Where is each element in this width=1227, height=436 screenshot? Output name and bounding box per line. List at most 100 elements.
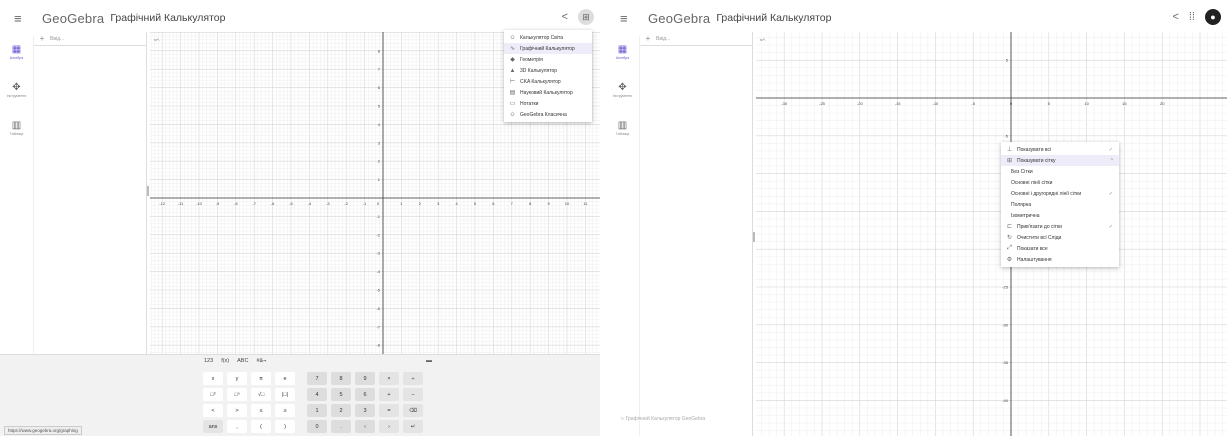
keyboard-tab[interactable]: #&¬ xyxy=(256,358,266,364)
keyboard-key[interactable]: × xyxy=(379,372,399,385)
menu-item-grid-option[interactable]: ⚙ Налаштування xyxy=(1001,254,1119,265)
panel-resize-handle[interactable] xyxy=(753,232,755,242)
hamburger-menu-icon[interactable]: ≡ xyxy=(620,11,636,26)
calculator-icon: ▦ xyxy=(11,44,22,55)
apps-menu-icon[interactable]: ⊞ xyxy=(578,9,594,25)
menu-item-app[interactable]: ✩ GeoGebra Класична xyxy=(504,109,592,120)
keyboard-key[interactable]: 6 xyxy=(355,388,375,401)
keyboard-key[interactable]: ↵ xyxy=(403,420,423,433)
menu-item-app[interactable]: ◆ Геометрія xyxy=(504,54,592,65)
keyboard-key[interactable]: , xyxy=(227,420,247,433)
keyboard-key[interactable]: ≤ xyxy=(251,404,271,417)
apps-grid-icon[interactable]: ⁞⁞ xyxy=(1189,11,1195,23)
right-window: ≡ GeoGebra Графічний Калькулятор < ⁞⁞ ● … xyxy=(606,0,1227,436)
keyboard-key[interactable]: − xyxy=(403,388,423,401)
keyboard-key[interactable]: + xyxy=(379,388,399,401)
style-bar-toggle[interactable]: м↖ xyxy=(760,37,766,42)
checkmark-icon: ✓ xyxy=(1108,190,1113,197)
menu-item-grid-option[interactable]: Основні лінії сітки xyxy=(1001,177,1119,188)
keyboard-key[interactable]: 0 xyxy=(307,420,327,433)
menu-item-grid-option[interactable]: ↻ Очистити всі Сліди xyxy=(1001,232,1119,243)
input-row[interactable]: + Ввід... xyxy=(34,32,146,46)
sidebar-item-table[interactable]: ▥ Таблиця xyxy=(606,120,639,150)
hamburger-menu-icon[interactable]: ≡ xyxy=(14,11,30,26)
menu-item-label: Налаштування xyxy=(1017,256,1052,263)
keyboard-key[interactable]: < xyxy=(203,404,223,417)
checkmark-icon: ✓ xyxy=(1108,223,1113,230)
keyboard-key[interactable]: 9 xyxy=(355,372,375,385)
menu-item-app[interactable]: ▤ Науковий Калькулятор xyxy=(504,87,592,98)
x-tick-label: -10 xyxy=(196,201,203,206)
keyboard-key[interactable]: □ⁿ xyxy=(227,388,247,401)
grid-canvas[interactable]: -40-35-30-25-20-15-10-5051015205-5-15-20… xyxy=(756,32,1227,436)
keyboard-close-icon[interactable]: ▬ xyxy=(426,358,432,364)
style-bar-toggle[interactable]: м↖ xyxy=(154,37,160,42)
keyboard-tab[interactable]: 123 xyxy=(204,358,213,364)
keyboard-key[interactable]: 4 xyxy=(307,388,327,401)
keyboard-key[interactable]: = xyxy=(379,404,399,417)
keyboard-key[interactable]: ÷ xyxy=(403,372,423,385)
menu-item-app[interactable]: ⊢ CKA Калькулятор xyxy=(504,76,592,87)
geometry-icon: ◆ xyxy=(510,57,515,63)
keyboard-key[interactable]: ⌫ xyxy=(403,404,423,417)
menu-item-grid-option[interactable]: Полярна xyxy=(1001,199,1119,210)
sidebar-item-tools[interactable]: ✥ Інструменти xyxy=(606,82,639,112)
menu-item-grid-option[interactable]: ⤢ Показати все xyxy=(1001,243,1119,254)
input-row[interactable]: + Ввід... xyxy=(640,32,752,46)
share-icon[interactable]: < xyxy=(562,11,568,23)
graphics-settings-dropdown: ⊥ Показувати всі ✓ ⊞ Показувати сітку ^ Без Сі… xyxy=(1001,142,1119,267)
keyboard-key[interactable]: x xyxy=(203,372,223,385)
cas-icon: ⊢ xyxy=(509,79,516,85)
algebra-panel: + Ввід... xyxy=(34,32,147,354)
keyboard-key[interactable]: 8 xyxy=(331,372,351,385)
keyboard-key[interactable]: □² xyxy=(203,388,223,401)
keyboard-key[interactable]: e xyxy=(275,372,295,385)
keyboard-tab[interactable]: f(x) xyxy=(221,358,229,364)
menu-item-grid-option[interactable]: Без Сітки xyxy=(1001,166,1119,177)
keyboard-tab[interactable]: ABC xyxy=(237,358,248,364)
footer-app-link[interactable]: ∿ Графічний Калькулятор GeoGebra xyxy=(620,416,705,422)
keyboard-key[interactable]: ) xyxy=(275,420,295,433)
avatar[interactable]: ● xyxy=(1205,9,1221,25)
keyboard-key[interactable]: y xyxy=(227,372,247,385)
menu-item-grid-option[interactable]: Основні і другорядні лінії сітки ✓ xyxy=(1001,188,1119,199)
plus-icon[interactable]: + xyxy=(34,34,50,43)
sidebar-item-tools[interactable]: ✥ Інструменти xyxy=(0,82,33,112)
sidebar-item-algebra[interactable]: ▦ Алгебра xyxy=(606,44,639,74)
menu-item-grid-option[interactable]: ⊏ Прив'язати до сітки ✓ xyxy=(1001,221,1119,232)
chevron-up-icon[interactable]: ^ xyxy=(1111,158,1113,164)
keyboard-key[interactable]: |□| xyxy=(275,388,295,401)
keyboard-key[interactable]: √□ xyxy=(251,388,271,401)
menu-item-app[interactable]: ∿ Графічний Калькулятор xyxy=(504,43,592,54)
gear-icon: ⚙ xyxy=(1006,257,1013,263)
keyboard-key[interactable]: 5 xyxy=(331,388,351,401)
menu-item-app[interactable]: ✩ Калькулятор Світа xyxy=(504,32,592,43)
keyboard-key[interactable]: ‹ xyxy=(355,420,375,433)
menu-item-grid-option[interactable]: ⊥ Показувати всі ✓ xyxy=(1001,144,1119,155)
sidebar-item-table[interactable]: ▥ Таблиця xyxy=(0,120,33,150)
panel-resize-handle[interactable] xyxy=(147,186,149,196)
menu-item-app[interactable]: ▲ 3D Калькулятор xyxy=(504,65,592,76)
keyboard-key[interactable]: ( xyxy=(251,420,271,433)
keyboard-key[interactable]: 2 xyxy=(331,404,351,417)
menu-item-grid-option[interactable]: ⊞ Показувати сітку ^ xyxy=(1001,155,1119,166)
keyboard-key[interactable]: ans xyxy=(203,420,223,433)
keyboard-key[interactable]: 3 xyxy=(355,404,375,417)
menu-item-label: Прив'язати до сітки xyxy=(1017,223,1062,230)
keyboard-key[interactable]: 1 xyxy=(307,404,327,417)
menu-item-label: Полярна xyxy=(1011,201,1032,208)
keyboard-key[interactable]: › xyxy=(379,420,399,433)
plus-icon[interactable]: + xyxy=(640,34,656,43)
keyboard-key[interactable]: > xyxy=(227,404,247,417)
input-placeholder: Ввід... xyxy=(656,35,671,42)
keyboard-key[interactable]: 7 xyxy=(307,372,327,385)
keyboard-key[interactable]: . xyxy=(331,420,351,433)
menu-item-grid-option[interactable]: Ізометрична xyxy=(1001,210,1119,221)
keyboard-key[interactable]: π xyxy=(251,372,271,385)
keyboard-key[interactable]: ≥ xyxy=(275,404,295,417)
sidebar-item-algebra[interactable]: ▦ Алгебра xyxy=(0,44,33,74)
graphics-view[interactable]: -40-35-30-25-20-15-10-5051015205-5-15-20… xyxy=(756,32,1227,436)
menu-item-app[interactable]: ▭ Нотатки xyxy=(504,98,592,109)
sidebar-item-label: Інструменти xyxy=(612,94,633,98)
share-icon[interactable]: < xyxy=(1172,11,1178,23)
